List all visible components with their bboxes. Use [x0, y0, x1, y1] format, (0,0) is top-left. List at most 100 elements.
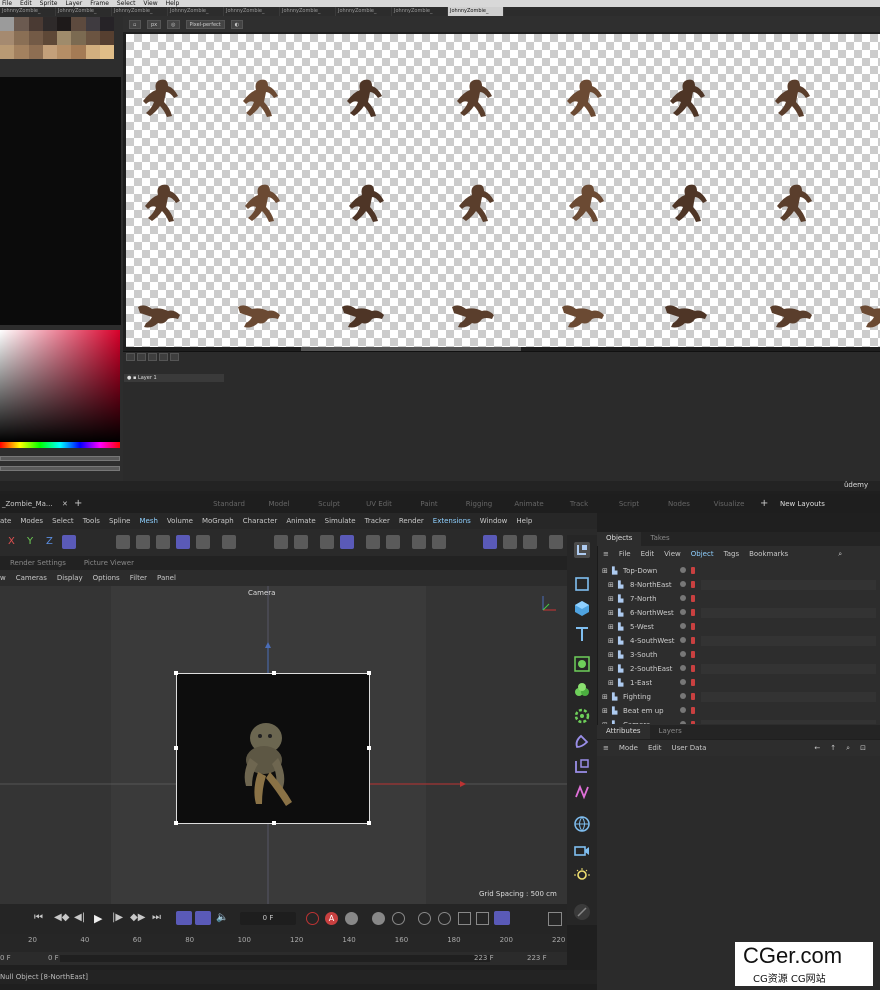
workplane-icon[interactable]: [222, 535, 236, 549]
file-tab[interactable]: JohnnyZombie_: [280, 7, 336, 16]
tab-objects[interactable]: Objects: [597, 532, 642, 546]
palette-swatch[interactable]: [85, 31, 100, 45]
expand-icon[interactable]: ⊞: [608, 662, 614, 676]
brush-size-field[interactable]: px: [147, 19, 162, 29]
c4d-menu-extensions[interactable]: Extensions: [433, 517, 471, 525]
axis-z-button[interactable]: Z: [46, 536, 53, 547]
object-row[interactable]: ⊞ ▙ 7-North: [598, 592, 880, 606]
snap-settings-icon[interactable]: [294, 535, 308, 549]
render-dot[interactable]: [691, 637, 695, 644]
file-tab[interactable]: JohnnyZombie_: [56, 7, 112, 16]
palette-swatch[interactable]: [85, 45, 100, 59]
expand-icon[interactable]: ⊞: [608, 620, 614, 634]
attributes-menu-mode[interactable]: Mode: [619, 744, 638, 752]
frame-handle-bm[interactable]: [272, 821, 276, 825]
sound-icon[interactable]: 🔈: [216, 912, 228, 923]
c4d-menu-mograph[interactable]: MoGraph: [202, 517, 234, 525]
range-start-field[interactable]: 0 F: [0, 954, 11, 962]
c4d-menu-select[interactable]: Select: [52, 517, 74, 525]
palette-swatch[interactable]: [14, 31, 29, 45]
animation-icon[interactable]: [432, 535, 446, 549]
frame-handle-bl[interactable]: [174, 821, 178, 825]
object-row[interactable]: ⊞ ▙ 4-SouthWest: [598, 634, 880, 648]
object-row[interactable]: ⊞ ▙ Beat em up: [598, 704, 880, 718]
range-start-field-2[interactable]: 0 F: [48, 954, 59, 962]
c4d-menu-help[interactable]: Help: [516, 517, 532, 525]
palette-swatch[interactable]: [85, 17, 100, 31]
c4d-menu-tracker[interactable]: Tracker: [365, 517, 390, 525]
render-region-icon[interactable]: [483, 535, 497, 549]
objects-menu-view[interactable]: View: [664, 550, 681, 558]
render-dot[interactable]: [691, 581, 695, 588]
object-row[interactable]: ⊞ ▙ 2-SouthEast: [598, 662, 880, 676]
magnet-icon[interactable]: [274, 535, 288, 549]
visibility-dot[interactable]: [680, 581, 686, 587]
object-row[interactable]: ⊞ ▙ 8-NorthEast: [598, 578, 880, 592]
pixel-perfect-toggle[interactable]: Pixel-perfect: [185, 19, 225, 29]
layout-tab-visualize[interactable]: Visualize: [704, 500, 754, 508]
target-icon[interactable]: [386, 535, 400, 549]
visibility-dot[interactable]: [680, 595, 686, 601]
render-dot[interactable]: [691, 707, 695, 714]
edges-mode-icon[interactable]: [136, 535, 150, 549]
expand-icon[interactable]: ⊞: [608, 578, 614, 592]
palette-swatch[interactable]: [28, 17, 43, 31]
last-frame-button[interactable]: [170, 353, 179, 361]
layout-tab-rigging[interactable]: Rigging: [454, 500, 504, 508]
symmetry-button[interactable]: ◐: [230, 19, 244, 29]
c4d-menu-modes[interactable]: Modes: [20, 517, 43, 525]
object-row[interactable]: ⊞ ▙ Fighting: [598, 690, 880, 704]
file-tab[interactable]: JohnnyZombie_: [336, 7, 392, 16]
menu-frame[interactable]: Frame: [90, 0, 109, 7]
expand-icon[interactable]: ⊞: [608, 592, 614, 606]
visibility-dot[interactable]: [680, 679, 686, 685]
fps-icon[interactable]: [195, 911, 211, 925]
palette-swatch[interactable]: [57, 17, 72, 31]
search-icon[interactable]: ⌕: [846, 744, 850, 753]
palette-swatch[interactable]: [71, 45, 86, 59]
menu-edit[interactable]: Edit: [20, 0, 32, 7]
visibility-dot[interactable]: [680, 651, 686, 657]
search-icon[interactable]: ⌕: [838, 550, 842, 559]
render-dot[interactable]: [691, 609, 695, 616]
texture-mode-icon[interactable]: [196, 535, 210, 549]
tab-attributes[interactable]: Attributes: [597, 725, 650, 739]
objects-menu-file[interactable]: File: [619, 550, 631, 558]
document-tab[interactable]: _Zombie_Ma...: [0, 500, 62, 508]
key-selection-icon[interactable]: [372, 912, 385, 925]
file-tab[interactable]: JohnnyZombie_: [224, 7, 280, 16]
attributes-menu-user-data[interactable]: User Data: [672, 744, 707, 752]
goto-end-icon[interactable]: ⏭: [152, 912, 161, 923]
palette-swatch[interactable]: [42, 45, 57, 59]
palette-swatch[interactable]: [28, 31, 43, 45]
lock-icon[interactable]: ⊡: [860, 744, 866, 752]
render-dot[interactable]: [691, 721, 695, 724]
c4d-menu-character[interactable]: Character: [243, 517, 278, 525]
pla-key-icon[interactable]: [494, 911, 510, 925]
prev-frame-button[interactable]: [137, 353, 146, 361]
deformer-object-icon[interactable]: [573, 733, 591, 751]
timeline-ruler[interactable]: 20 40 60 80 100 120 140 160 180 200 220: [0, 934, 567, 952]
palette-swatch[interactable]: [14, 17, 29, 31]
close-icon[interactable]: ✕: [62, 500, 74, 508]
object-row[interactable]: ⊞ ▙ 6-NorthWest: [598, 606, 880, 620]
environment-icon[interactable]: [573, 815, 591, 833]
axis-x-button[interactable]: X: [8, 536, 15, 547]
color-picker-field[interactable]: [0, 330, 120, 442]
prev-key-icon[interactable]: ◀◆: [54, 912, 69, 923]
scale-key-icon[interactable]: [458, 912, 471, 925]
render-view-icon[interactable]: [366, 535, 380, 549]
brush-angle-button[interactable]: ◎: [167, 19, 180, 29]
c4d-menu-tools[interactable]: Tools: [83, 517, 100, 525]
menu-help[interactable]: Help: [166, 0, 180, 7]
palette-swatch[interactable]: [99, 17, 114, 31]
prev-frame-icon[interactable]: ◀|: [74, 912, 85, 923]
model-mode-icon[interactable]: [176, 535, 190, 549]
spline-icon[interactable]: [573, 783, 591, 801]
color-palette[interactable]: [0, 17, 114, 77]
move-key-icon[interactable]: [418, 912, 431, 925]
layout-tab-track[interactable]: Track: [554, 500, 604, 508]
coordinate-system-icon[interactable]: [62, 535, 76, 549]
palette-swatch[interactable]: [28, 45, 43, 59]
palette-swatch[interactable]: [57, 31, 72, 45]
